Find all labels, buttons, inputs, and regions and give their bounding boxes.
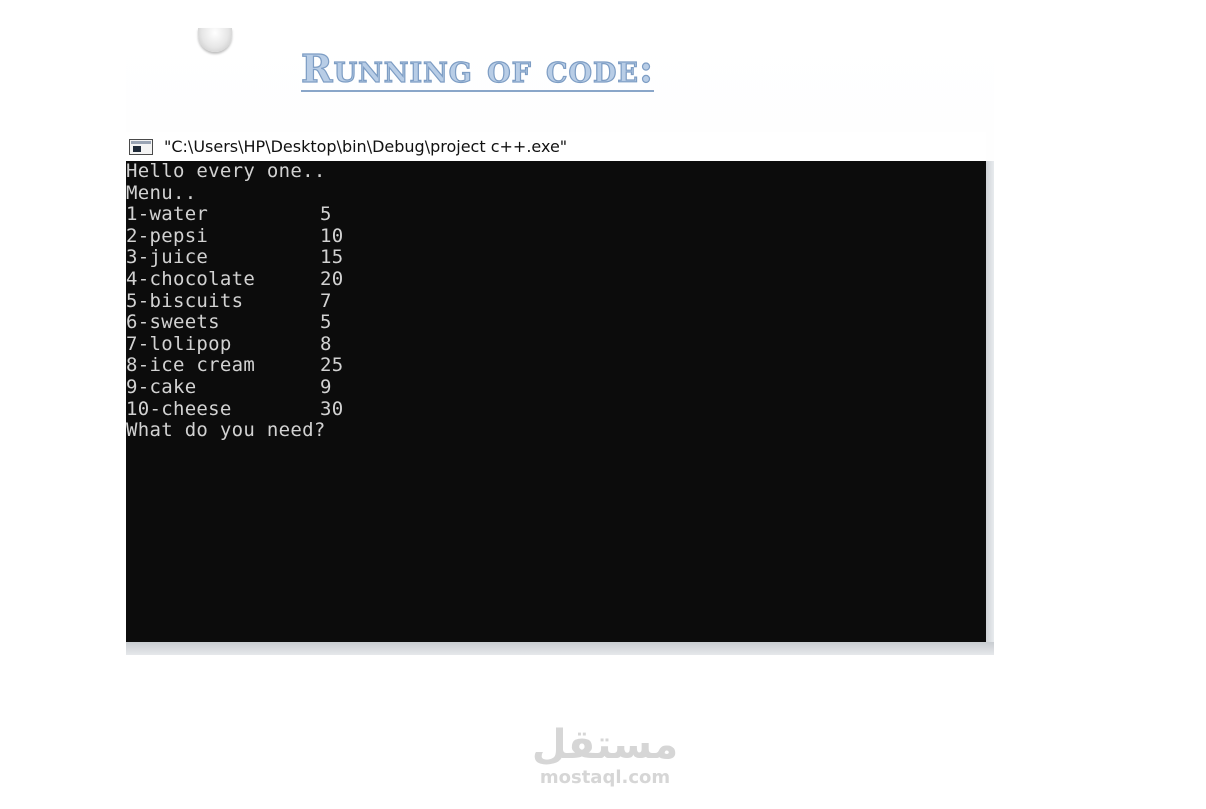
console-titlebar[interactable]: "C:\Users\HP\Desktop\bin\Debug\project c… xyxy=(126,132,986,161)
menu-item: 7-lolipop 8 xyxy=(126,332,986,356)
watermark-logo-arabic: مستقل xyxy=(531,722,679,768)
menu-item: 1-water 5 xyxy=(126,204,986,226)
menu-item-name: 7-lolipop xyxy=(126,332,232,355)
console-menu-heading: Menu.. xyxy=(126,181,197,204)
menu-item: 6-sweets 5 xyxy=(126,312,986,334)
watermark: مستقل mostaql.com xyxy=(520,722,690,788)
menu-item: 10-cheese 30 xyxy=(126,397,986,421)
menu-item-name: 1-water xyxy=(126,203,209,226)
watermark-logo-latin: mostaql.com xyxy=(539,767,671,788)
menu-item-name: 8-ice cream xyxy=(126,354,256,377)
menu-item-name: 10-cheese xyxy=(126,397,232,420)
menu-item-name: 4-chocolate xyxy=(126,267,256,290)
page-title: Running of code: xyxy=(300,46,655,92)
menu-item-price: 5 xyxy=(320,311,332,334)
console-text: Hello every one.. Menu.. 1-water 5 2-peps… xyxy=(126,161,986,442)
menu-item-price: 9 xyxy=(320,375,332,398)
menu-item-price: 5 xyxy=(320,203,332,226)
menu-item: 2-pepsi 10 xyxy=(126,224,986,248)
menu-item: 3-juice 15 xyxy=(126,247,986,269)
console-frame-bottom xyxy=(126,642,994,655)
console-output[interactable]: Hello every one.. Menu.. 1-water 5 2-peps… xyxy=(126,161,986,642)
console-frame-right xyxy=(986,161,994,655)
menu-item-price: 10 xyxy=(320,224,344,247)
menu-item-name: 6-sweets xyxy=(126,311,220,334)
menu-item-name: 5-biscuits xyxy=(126,289,244,312)
menu-item: 5-biscuits 7 xyxy=(126,289,986,313)
menu-item-name: 2-pepsi xyxy=(126,224,209,247)
menu-item-price: 20 xyxy=(320,267,344,290)
console-window-icon xyxy=(129,138,153,155)
console-prompt: What do you need? xyxy=(126,419,326,442)
menu-item: 8-ice cream 25 xyxy=(126,355,986,377)
menu-item-price: 25 xyxy=(320,354,344,377)
console-window-title: "C:\Users\HP\Desktop\bin\Debug\project c… xyxy=(164,137,568,156)
menu-item-name: 9-cake xyxy=(126,375,197,398)
menu-item: 9-cake 9 xyxy=(126,375,986,399)
menu-item-price: 8 xyxy=(320,332,332,355)
console-greeting: Hello every one.. xyxy=(126,161,326,182)
menu-item-price: 7 xyxy=(320,289,332,312)
menu-item-price: 15 xyxy=(320,246,344,269)
menu-item: 4-chocolate 20 xyxy=(126,267,986,291)
menu-item-price: 30 xyxy=(320,397,344,420)
menu-item-name: 3-juice xyxy=(126,246,209,269)
